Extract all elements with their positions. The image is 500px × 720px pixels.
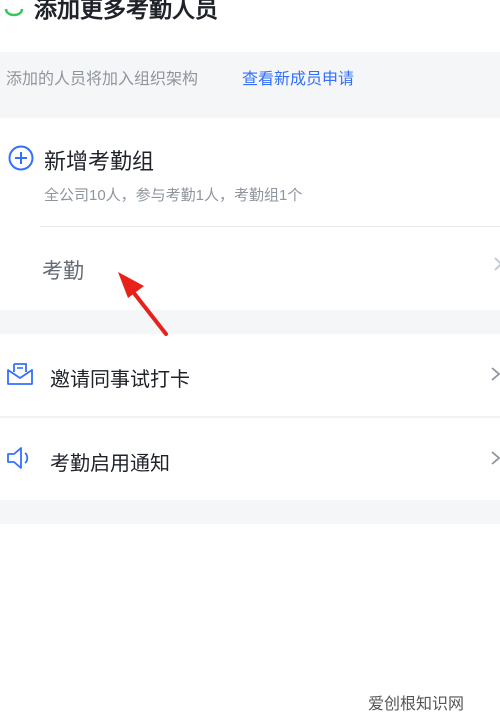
invite-colleagues-label: 邀请同事试打卡 — [50, 369, 190, 391]
hint-band: 添加的人员将加入组织架构 查看新成员申请 — [0, 52, 500, 118]
invite-colleagues-row[interactable]: 邀请同事试打卡 — [0, 334, 500, 416]
attendance-enable-notice-label: 考勤启用通知 — [50, 453, 170, 475]
plus-circle-icon[interactable] — [8, 145, 34, 176]
attendance-enable-notice-row[interactable]: 考勤启用通知 — [0, 418, 500, 500]
company-attendance-summary: 全公司10人，参与考勤1人，考勤组1个 — [44, 187, 303, 204]
speaker-icon — [6, 445, 36, 476]
hint-text: 添加的人员将加入组织架构 — [6, 71, 199, 88]
attendance-group-item[interactable]: 考勤 — [42, 255, 84, 285]
chevron-right-icon — [491, 450, 500, 471]
attendance-group-card: 新增考勤组 全公司10人，参与考勤1人，考勤组1个 考勤 — [0, 118, 500, 310]
chevron-right-icon — [494, 256, 500, 277]
watermark-text: 爱创根知识网 — [368, 696, 465, 713]
envelope-icon — [6, 361, 34, 392]
view-new-member-requests-link[interactable]: 查看新成员申请 — [242, 65, 354, 89]
divider — [40, 226, 500, 227]
section-gap — [0, 500, 500, 524]
add-attendance-group-button[interactable]: 新增考勤组 — [44, 144, 154, 176]
add-more-attendees-row[interactable]: 添加更多考勤人员 — [0, 0, 500, 52]
section-gap — [0, 310, 500, 334]
add-more-attendees-label: 添加更多考勤人员 — [34, 0, 218, 22]
green-ring-icon — [4, 6, 24, 24]
chevron-right-icon — [491, 366, 500, 387]
